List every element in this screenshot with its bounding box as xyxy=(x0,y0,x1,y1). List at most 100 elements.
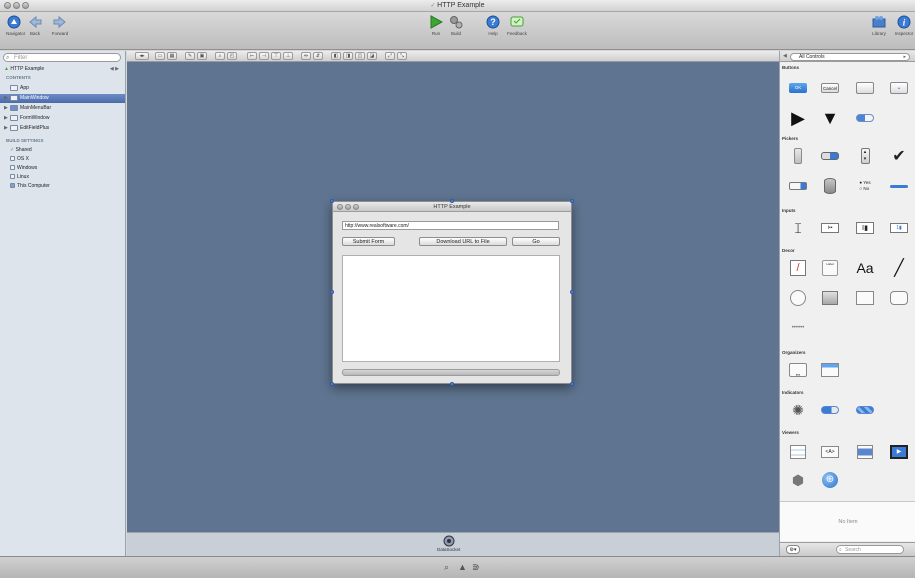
ok-button-control[interactable]: OK xyxy=(788,79,808,97)
movie-player-control[interactable]: ▶ xyxy=(889,443,909,461)
library-search-field[interactable]: ⌕ Search xyxy=(836,545,904,554)
designer-window[interactable]: HTTP Example http://www.realsoftware.com… xyxy=(332,201,572,384)
checkbox-icon[interactable] xyxy=(10,165,15,171)
run-button[interactable]: Run xyxy=(428,15,444,36)
library-button[interactable]: Library xyxy=(869,15,889,36)
tree-item-editfieldplus[interactable]: ▶ EditFieldPlus xyxy=(0,124,125,133)
datasocket-control[interactable]: DataSocket xyxy=(437,535,460,552)
resize-handle[interactable] xyxy=(330,199,334,203)
design-canvas[interactable]: HTTP Example http://www.realsoftware.com… xyxy=(127,62,779,532)
action-gear-icon[interactable]: ⚙▾ xyxy=(786,545,800,554)
canvas-control[interactable]: / xyxy=(788,259,808,277)
library-back-icon[interactable]: ◀ xyxy=(783,53,787,59)
distribute-h-icon[interactable]: ⇹ xyxy=(301,52,311,60)
zoom-icon[interactable]: ⌕ xyxy=(215,52,225,60)
popup-button-control[interactable]: ⌄ xyxy=(889,79,909,97)
warning-icon[interactable]: ▲ xyxy=(458,562,467,572)
resize-handle[interactable] xyxy=(450,382,454,386)
number-field-control[interactable]: 1▮ xyxy=(889,219,909,237)
build-button[interactable]: Build xyxy=(448,15,464,36)
align-top-icon[interactable]: ⊥ xyxy=(283,52,293,60)
database-query-control[interactable] xyxy=(820,177,840,195)
build-item-windows[interactable]: Windows xyxy=(0,164,125,173)
view-mode-icon[interactable]: ▭ xyxy=(155,52,165,60)
order-back-icon[interactable]: ◨ xyxy=(343,52,353,60)
navigator-button[interactable]: Navigator xyxy=(6,15,25,36)
scroll-viewer-control[interactable] xyxy=(855,443,875,461)
resize-handle[interactable] xyxy=(570,199,574,203)
horizontal-slider-control[interactable] xyxy=(889,177,909,195)
frame-icon[interactable]: ◰ xyxy=(227,52,237,60)
order-front-icon[interactable]: ◧ xyxy=(331,52,341,60)
search-icon[interactable]: ⌕ xyxy=(444,562,449,573)
label-control[interactable]: Label xyxy=(820,259,840,277)
text-field-control[interactable]: 𝙸 xyxy=(788,219,808,237)
checkbox-control[interactable]: ✔ xyxy=(889,147,909,165)
align-left-icon[interactable]: ⊢ xyxy=(247,52,257,60)
group-box-control[interactable]: ▪▪▪ xyxy=(788,361,808,379)
listbox-control[interactable] xyxy=(788,443,808,461)
layout-mode-icon[interactable]: ◂▸ xyxy=(135,52,149,60)
popup-menu-control[interactable] xyxy=(820,147,840,165)
text-area-control[interactable]: Ⅰ▮ xyxy=(855,219,875,237)
pencil-icon[interactable]: ✎ xyxy=(185,52,195,60)
unlink-icon[interactable]: ⤡ xyxy=(397,52,407,60)
resize-handle[interactable] xyxy=(330,290,334,294)
rectangle-control[interactable] xyxy=(855,289,875,307)
checkbox-icon[interactable] xyxy=(10,174,15,180)
progress-wheel-control[interactable]: ✺ xyxy=(788,401,808,419)
slider-picker-control[interactable] xyxy=(788,147,808,165)
tree-item-mainwindow[interactable]: ▶ MainWindow xyxy=(0,94,125,103)
ungroup-icon[interactable]: ◪ xyxy=(367,52,377,60)
go-button[interactable]: Go xyxy=(512,237,560,246)
resize-handle[interactable] xyxy=(450,199,454,203)
distribute-v-icon[interactable]: ⇵ xyxy=(313,52,323,60)
masked-field-control[interactable]: Ⅰ•• xyxy=(820,219,840,237)
tree-item-app[interactable]: App xyxy=(0,84,125,93)
resize-handle[interactable] xyxy=(330,382,334,386)
align-right-icon[interactable]: ⊤ xyxy=(271,52,281,60)
url-field[interactable]: http://www.realsoftware.com/ xyxy=(342,221,559,230)
feed-icon[interactable]: ⋑ xyxy=(472,562,480,573)
checkbox-icon[interactable] xyxy=(10,156,15,162)
checked-checkbox-icon[interactable] xyxy=(10,183,15,189)
html-viewer-control[interactable]: <A> xyxy=(820,443,840,461)
feedback-button[interactable]: Feedback xyxy=(505,15,529,36)
progress-bar-control[interactable] xyxy=(820,401,840,419)
updown-arrows-control[interactable]: ▴ ▾ xyxy=(855,147,875,165)
line-control[interactable]: ╱ xyxy=(889,259,909,277)
web-viewer-control[interactable]: ⊕ xyxy=(820,471,840,489)
result-text-area[interactable] xyxy=(342,255,560,362)
disclosure-down-control[interactable]: ▼ xyxy=(820,108,840,128)
control-filter-popup[interactable]: All Controls ▸ xyxy=(790,53,910,61)
grid-icon[interactable]: ▦ xyxy=(167,52,177,60)
align-center-icon[interactable]: ⊣ xyxy=(259,52,269,60)
font-label-control[interactable]: Aa xyxy=(855,259,875,277)
3d-viewer-control[interactable]: ⬢ xyxy=(788,471,808,489)
cancel-button-control[interactable]: Cancel xyxy=(820,79,840,97)
bevel-button-control[interactable] xyxy=(855,79,875,97)
image-well-control[interactable] xyxy=(820,289,840,307)
disclosure-right-control[interactable]: ▶ xyxy=(788,108,808,128)
resize-handle[interactable] xyxy=(570,382,574,386)
oval-control[interactable] xyxy=(788,289,808,307)
group-icon[interactable]: ◫ xyxy=(355,52,365,60)
build-item-osx[interactable]: OS X xyxy=(0,155,125,164)
filter-field[interactable]: ⌕ Filter xyxy=(3,53,121,62)
combobox-control[interactable] xyxy=(788,177,808,195)
build-item-shared[interactable]: ✓ Shared xyxy=(0,146,125,155)
submit-form-button[interactable]: Submit Form xyxy=(342,237,395,246)
lock-icon[interactable]: ▣ xyxy=(197,52,207,60)
back-button[interactable]: Back xyxy=(27,15,43,36)
radio-button-control[interactable]: ● Yes ○ No xyxy=(855,177,875,195)
resize-handle[interactable] xyxy=(570,290,574,294)
build-item-linux[interactable]: Linux xyxy=(0,173,125,182)
nav-arrows-icon[interactable]: ◀ ▶ xyxy=(110,65,119,74)
download-url-button[interactable]: Download URL to File xyxy=(419,237,507,246)
build-item-this-computer[interactable]: This Computer xyxy=(0,182,125,191)
forward-button[interactable]: Forward xyxy=(48,15,72,36)
indeterminate-bar-control[interactable] xyxy=(855,401,875,419)
segmented-control[interactable] xyxy=(855,109,875,127)
tab-panel-control[interactable] xyxy=(820,361,840,379)
project-row[interactable]: ▲ HTTP Example ◀ ▶ xyxy=(0,65,125,74)
